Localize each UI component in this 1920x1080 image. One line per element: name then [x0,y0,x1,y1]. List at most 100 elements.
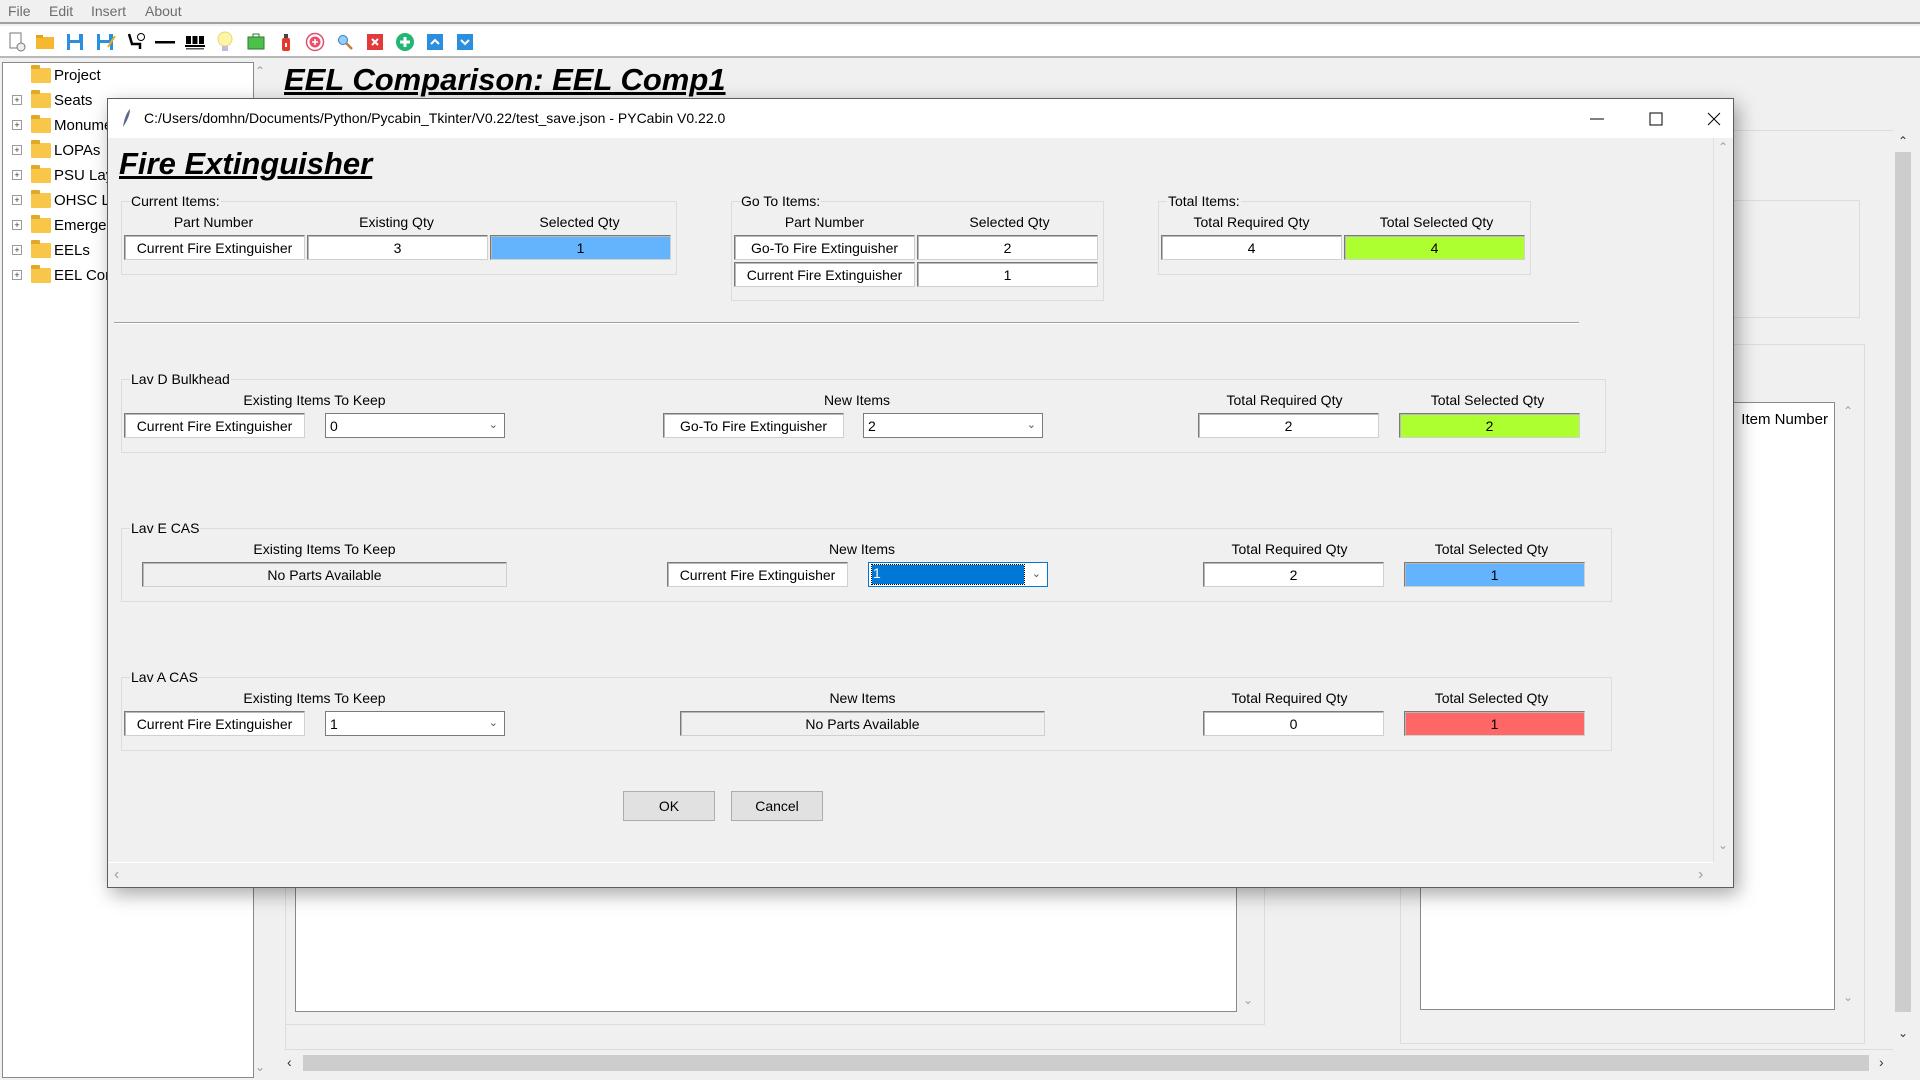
ok-button[interactable]: OK [623,791,715,821]
new-items-header: New Items [829,690,896,706]
toolbar [0,26,1920,58]
menu-about[interactable]: About [145,3,182,19]
expand-icon[interactable]: + [12,145,22,155]
total-required-qty: 4 [1161,235,1342,260]
chevron-down-icon[interactable]: ⌄ [1032,567,1041,580]
close-icon [1707,112,1721,125]
total-required-qty: 2 [1203,562,1384,587]
menu-file[interactable]: File [8,3,31,19]
scroll-thumb[interactable] [1895,152,1911,1012]
app-feather-icon [123,109,130,127]
new-items-header: New Items [828,541,896,557]
scroll-up-icon[interactable]: ⌃ [1898,134,1908,148]
close-button[interactable] [1685,99,1743,138]
new-no-parts: No Parts Available [680,711,1045,736]
open-folder-icon[interactable] [34,31,56,53]
goto-part-number: Current Fire Extinguisher [734,262,915,287]
new-qty-combobox[interactable]: 2 ⌄ [863,413,1043,438]
scroll-down-icon[interactable]: ⌄ [1718,838,1728,852]
expand-icon[interactable]: + [12,245,22,255]
total-selected-qty: 2 [1399,413,1580,438]
menu-edit[interactable]: Edit [49,3,73,19]
menu-insert[interactable]: Insert [91,3,126,19]
expand-icon[interactable]: + [12,120,22,130]
fire-extinguisher-icon[interactable] [275,31,297,53]
location-frame-lav-a-cas: Lav A CAS Existing Items To Keep Current… [121,669,1612,751]
menubar: File Edit Insert About [0,0,1920,24]
total-required-qty: 0 [1203,711,1384,736]
total-required-header: Total Required Qty [1231,541,1348,557]
lightbulb-icon[interactable] [214,31,236,53]
scroll-thumb[interactable] [303,1055,1869,1071]
expand-icon[interactable]: + [12,220,22,230]
main-horizontal-scrollbar[interactable]: ‹ › [283,1053,1895,1073]
list-scroll-up-icon[interactable]: ⌃ [1843,404,1853,418]
total-selected-qty: 1 [1404,562,1585,587]
dialog-heading: Fire Extinguisher [119,146,373,181]
existing-no-parts: No Parts Available [142,562,507,587]
new-file-icon[interactable] [6,31,28,53]
current-part-number: Current Fire Extinguisher [124,235,305,260]
save-as-icon[interactable] [95,31,117,53]
maximize-button[interactable] [1627,99,1685,138]
move-down-icon[interactable] [454,31,476,53]
current-items-label: Current Items: [130,193,221,209]
folder-icon [31,239,51,258]
chevron-down-icon[interactable]: ⌄ [489,418,498,431]
delete-icon[interactable] [364,31,386,53]
folder-icon [31,139,51,158]
move-up-icon[interactable] [424,31,446,53]
new-qty-combobox[interactable]: 1 ⌄ [868,562,1048,587]
line-icon[interactable] [154,31,176,53]
scroll-up-icon[interactable]: ⌃ [255,64,265,78]
cancel-button[interactable]: Cancel [731,791,823,821]
scroll-up-icon[interactable]: ⌃ [1718,140,1728,154]
new-items-header: New Items [823,392,891,408]
location-name: Lav A CAS [130,669,199,685]
scroll-right-icon[interactable]: › [1879,1054,1884,1070]
expand-icon[interactable]: + [12,170,22,180]
seats-row-icon[interactable] [184,31,206,53]
existing-qty-combobox[interactable]: 1 ⌄ [325,711,505,736]
dialog-vertical-scrollbar[interactable]: ⌃ ⌄ [1713,138,1733,861]
col-header-existing-qty: Existing Qty [359,214,434,230]
bg-text-area[interactable] [295,880,1237,1012]
scroll-left-icon[interactable]: ‹ [114,866,119,884]
folder-icon [31,189,51,208]
item-number-header: Item Number [1741,411,1828,428]
scroll-down-icon[interactable]: ⌄ [255,1060,265,1074]
scroll-right-icon[interactable]: › [1698,866,1703,884]
dialog-horizontal-scrollbar[interactable]: ‹ › [108,862,1713,887]
zoom-icon[interactable] [334,31,356,53]
add-icon[interactable] [394,31,416,53]
folder-icon [31,89,51,108]
tree-item-project[interactable]: Project [3,63,253,87]
battery-icon[interactable] [245,31,267,53]
textarea-scroll-down-icon[interactable]: ⌄ [1243,993,1253,1007]
target-icon[interactable] [304,31,326,53]
expand-icon[interactable]: + [12,195,22,205]
location-name: Lav E CAS [130,520,201,536]
col-header-part-number: Part Number [784,214,865,230]
separator [114,322,1579,324]
col-header-total-selected-qty: Total Selected Qty [1379,214,1494,230]
expand-icon[interactable]: + [12,95,22,105]
dialog-window-title: C:/Users/domhn/Documents/Python/Pycabin_… [144,110,726,126]
dialog-titlebar[interactable]: C:/Users/domhn/Documents/Python/Pycabin_… [108,99,1733,138]
existing-qty-combobox[interactable]: 0 ⌄ [325,413,505,438]
existing-items-header: Existing Items To Keep [243,392,386,408]
folder-icon [31,164,51,183]
chevron-down-icon[interactable]: ⌄ [489,716,498,729]
expand-icon[interactable]: + [12,270,22,280]
main-vertical-scrollbar[interactable]: ⌃ ⌄ [1893,130,1913,1050]
scroll-left-icon[interactable]: ‹ [287,1054,292,1070]
scroll-down-icon[interactable]: ⌄ [1898,1026,1908,1040]
save-icon[interactable] [64,31,86,53]
chevron-down-icon[interactable]: ⌄ [1027,418,1036,431]
main-page-title: EEL Comparison: EEL Comp1 [284,62,726,97]
total-required-header: Total Required Qty [1231,690,1348,706]
seat-icon[interactable] [125,31,147,53]
minimize-button[interactable] [1568,99,1626,138]
list-scroll-down-icon[interactable]: ⌄ [1843,990,1853,1004]
location-frame-lav-d-bulkhead: Lav D Bulkhead Existing Items To Keep Cu… [121,371,1606,453]
